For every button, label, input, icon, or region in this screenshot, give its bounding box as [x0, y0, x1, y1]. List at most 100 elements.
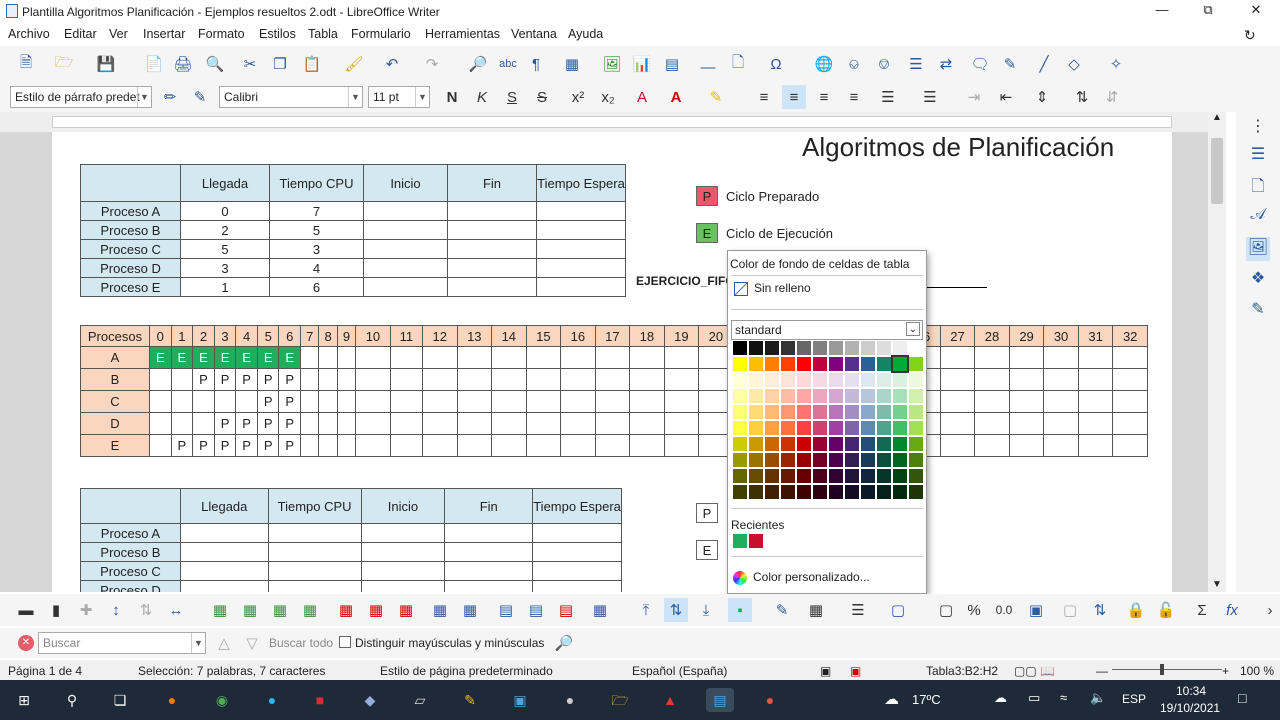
insert-row-below-icon[interactable]: ▦ [238, 598, 262, 622]
gantt-cell[interactable] [1077, 346, 1114, 369]
color-swatch[interactable] [781, 485, 795, 499]
color-swatch[interactable] [909, 421, 923, 435]
gantt-cell[interactable]: P [213, 434, 237, 457]
color-swatch[interactable] [829, 453, 843, 467]
color-swatch[interactable] [893, 373, 907, 387]
gantt-cell[interactable] [629, 346, 665, 369]
font-name-select[interactable]: Calibri ▼ [219, 86, 363, 108]
gantt-cell[interactable]: P [192, 434, 215, 457]
start-cell[interactable] [363, 239, 448, 259]
increase-indent-icon[interactable]: ⇥ [962, 85, 986, 109]
gantt-cell[interactable] [149, 434, 172, 457]
color-swatch[interactable] [893, 341, 907, 355]
superscript-icon[interactable]: x² [566, 85, 590, 109]
color-swatch[interactable] [813, 405, 827, 419]
border-color-icon[interactable]: ▢ [886, 598, 910, 622]
end-cell[interactable] [447, 239, 537, 259]
gantt-cell[interactable] [491, 434, 527, 457]
arrival-cell[interactable]: 5 [180, 239, 270, 259]
gantt-cell[interactable]: P [256, 434, 280, 457]
paste-icon[interactable]: 📋 [300, 52, 324, 76]
color-swatch[interactable] [797, 341, 811, 355]
gantt-cell[interactable] [560, 390, 596, 413]
color-swatch[interactable] [829, 357, 843, 371]
table-header[interactable] [80, 488, 181, 524]
gantt-cell[interactable] [1043, 368, 1079, 391]
menu-estilos[interactable]: Estilos [259, 27, 296, 41]
gantt-cell[interactable] [1043, 346, 1079, 369]
gantt-time-header[interactable]: 8 [318, 325, 338, 347]
delete-column-icon[interactable]: ▦ [364, 598, 388, 622]
formatting-marks-icon[interactable]: ¶ [524, 52, 548, 76]
color-swatch[interactable] [765, 437, 779, 451]
color-swatch[interactable] [909, 453, 923, 467]
weather-icon[interactable]: ☁ [884, 690, 899, 708]
gantt-cell[interactable] [939, 368, 976, 391]
line-spacing-icon[interactable]: ⇕ [1030, 85, 1054, 109]
color-swatch[interactable] [893, 389, 907, 403]
gantt-cell[interactable] [389, 368, 424, 391]
color-swatch[interactable] [813, 469, 827, 483]
gantt-cell[interactable] [491, 346, 527, 369]
basic-shapes-icon[interactable]: ◇ [1062, 52, 1086, 76]
color-swatch[interactable] [765, 373, 779, 387]
color-swatch[interactable] [877, 485, 891, 499]
color-swatch[interactable] [781, 373, 795, 387]
gantt-cell[interactable] [456, 390, 493, 413]
network-app-icon[interactable]: ▣ [506, 688, 534, 712]
table-header[interactable]: Inicio [363, 164, 448, 202]
color-swatch[interactable] [765, 469, 779, 483]
cpu-time-cell[interactable]: 3 [269, 239, 364, 259]
gantt-cell[interactable] [336, 412, 357, 435]
color-swatch[interactable] [893, 485, 907, 499]
cell[interactable] [267, 523, 362, 543]
menu-tabla[interactable]: Tabla [308, 27, 338, 41]
color-swatch[interactable] [893, 405, 907, 419]
bookmark-icon[interactable]: ☰ [904, 52, 928, 76]
process-name-cell[interactable]: Proceso B [80, 220, 181, 240]
lock-icon[interactable]: 🔒 [1124, 598, 1148, 622]
gantt-cell[interactable] [629, 412, 665, 435]
cell[interactable] [179, 561, 269, 581]
gantt-cell[interactable] [560, 368, 596, 391]
export-pdf-icon[interactable]: 📄 [142, 52, 166, 76]
wait-cell[interactable] [536, 277, 626, 297]
gantt-cell[interactable] [389, 390, 424, 413]
align-right-icon[interactable]: ≡ [812, 85, 836, 109]
gantt-cell[interactable] [939, 412, 976, 435]
color-swatch[interactable] [733, 373, 747, 387]
gantt-cell[interactable] [1008, 346, 1045, 369]
borders-icon[interactable]: ▦ [804, 598, 828, 622]
cell[interactable] [267, 542, 362, 562]
align-middle-icon[interactable]: ⇅ [664, 598, 688, 622]
gantt-cell[interactable] [192, 412, 215, 435]
end-cell[interactable] [447, 277, 537, 297]
color-swatch[interactable] [909, 357, 923, 371]
gantt-cell[interactable] [939, 390, 976, 413]
gantt-cell[interactable] [1077, 434, 1114, 457]
gantt-cell[interactable] [939, 434, 976, 457]
gantt-cell[interactable] [974, 346, 1010, 369]
color-swatch[interactable] [749, 389, 763, 403]
special-character-icon[interactable]: Ω [764, 52, 788, 76]
gantt-time-header[interactable]: 30 [1043, 325, 1079, 347]
copy-icon[interactable]: ❐ [268, 52, 292, 76]
gantt-cell[interactable] [594, 368, 631, 391]
firefox-icon[interactable]: ● [158, 688, 186, 712]
color-swatch[interactable] [845, 341, 859, 355]
bold-icon[interactable]: N [440, 85, 464, 109]
minimize-button[interactable]: — [1142, 2, 1182, 17]
gantt-cell[interactable] [300, 346, 320, 369]
cross-reference-icon[interactable]: ⇄ [934, 52, 958, 76]
input-language[interactable]: ESP [1122, 692, 1146, 706]
gantt-cell[interactable] [456, 368, 493, 391]
gantt-cell[interactable] [1112, 434, 1148, 457]
gantt-cell[interactable] [389, 434, 424, 457]
gantt-cell[interactable] [456, 434, 493, 457]
cell[interactable] [360, 523, 446, 543]
color-swatch[interactable] [909, 469, 923, 483]
end-cell[interactable] [447, 201, 537, 221]
color-swatch[interactable] [845, 421, 859, 435]
word-count[interactable]: Selección: 7 palabras, 7 caracteres [138, 664, 325, 678]
gantt-cell[interactable]: P [213, 412, 237, 435]
